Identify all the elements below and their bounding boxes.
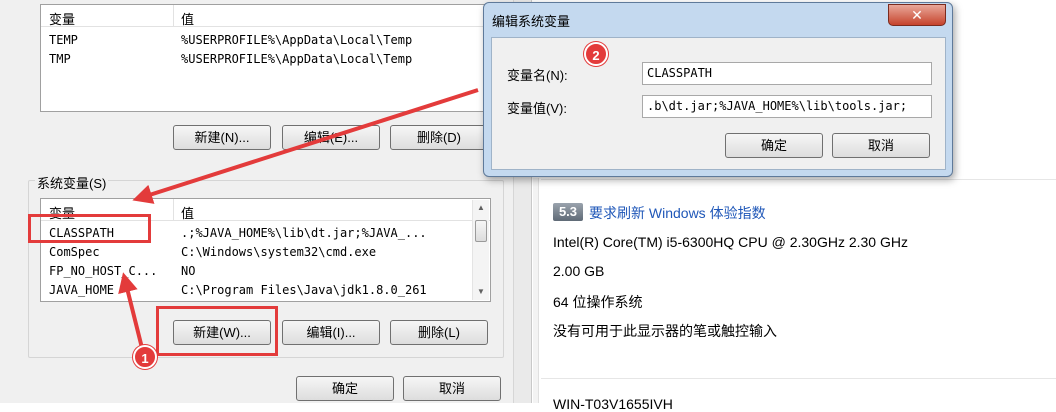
- user-delete-button[interactable]: 删除(D): [390, 125, 488, 150]
- var-name: TMP: [49, 52, 71, 66]
- table-row[interactable]: JAVA_HOME C:\Program Files\Java\jdk1.8.0…: [41, 281, 490, 300]
- scroll-down-arrow-icon[interactable]: ▼: [473, 284, 489, 300]
- variable-value-text: .b\dt.jar;%JAVA_HOME%\lib\tools.jar;: [647, 99, 908, 113]
- step-badge-2: 2: [584, 42, 608, 66]
- column-header-value[interactable]: 值: [181, 203, 194, 222]
- var-value: NO: [181, 264, 196, 278]
- column-header-value[interactable]: 值: [181, 9, 194, 28]
- dialog-title: 编辑系统变量: [492, 14, 571, 29]
- cancel-button[interactable]: 取消: [403, 376, 501, 401]
- var-value: .;%JAVA_HOME%\lib\dt.jar;%JAVA_...: [181, 226, 427, 240]
- edit-system-variable-dialog: 编辑系统变量 ✕ 变量名(N): CLASSPATH 变量值(V): .b\dt…: [483, 2, 953, 177]
- var-name: JAVA_HOME: [49, 283, 115, 297]
- ok-button[interactable]: 确定: [296, 376, 394, 401]
- user-new-button[interactable]: 新建(N)...: [173, 125, 271, 150]
- table-row[interactable]: ComSpec C:\Windows\system32\cmd.exe: [41, 243, 490, 262]
- table-row[interactable]: TEMP %USERPROFILE%\AppData\Local\Temp: [41, 31, 501, 50]
- list-scrollbar[interactable]: ▲ ▼: [472, 200, 489, 300]
- var-value: C:\Program Files\Java\jdk1.8.0_261: [181, 283, 427, 297]
- var-value: %USERPROFILE%\AppData\Local\Temp: [181, 52, 413, 66]
- system-type-text: 64 位操作系统: [553, 294, 643, 310]
- processor-text: Intel(R) Core(TM) i5-6300HQ CPU @ 2.30GH…: [553, 234, 908, 250]
- column-header-name[interactable]: 变量: [49, 9, 75, 28]
- system-delete-button[interactable]: 删除(L): [390, 320, 488, 345]
- var-value: %USERPROFILE%\AppData\Local\Temp: [181, 33, 413, 47]
- variable-name-label: 变量名(N):: [507, 68, 568, 83]
- computer-name-text: WIN-T03V1655IVH: [553, 396, 673, 412]
- dialog-ok-button[interactable]: 确定: [725, 133, 823, 158]
- user-variables-list[interactable]: 变量 值 TEMP %USERPROFILE%\AppData\Local\Te…: [40, 4, 502, 112]
- system-variables-label: 系统变量(S): [35, 173, 109, 192]
- var-name: FP_NO_HOST_C...: [49, 264, 158, 278]
- memory-text: 2.00 GB: [553, 263, 605, 279]
- wei-score-badge: 5.3: [553, 203, 583, 221]
- highlight-new-button: [156, 306, 278, 356]
- system-edit-button[interactable]: 编辑(I)...: [282, 320, 380, 345]
- close-icon[interactable]: ✕: [888, 4, 946, 26]
- highlight-classpath-row: [28, 214, 151, 243]
- scroll-up-arrow-icon[interactable]: ▲: [473, 200, 489, 216]
- variable-value-label: 变量值(V):: [507, 101, 567, 116]
- step-badge-1: 1: [133, 345, 157, 369]
- var-name: TEMP: [49, 33, 78, 47]
- var-value: C:\Windows\system32\cmd.exe: [181, 245, 377, 259]
- divider: [541, 378, 1056, 379]
- table-row[interactable]: FP_NO_HOST_C... NO: [41, 262, 490, 281]
- divider: [541, 179, 1056, 180]
- table-row[interactable]: TMP %USERPROFILE%\AppData\Local\Temp: [41, 50, 501, 69]
- variable-name-input[interactable]: CLASSPATH: [642, 62, 932, 85]
- wei-refresh-link[interactable]: 要求刷新 Windows 体验指数: [589, 203, 766, 223]
- panel-edge: [533, 178, 539, 403]
- dialog-cancel-button[interactable]: 取消: [832, 133, 930, 158]
- dialog-body: 变量名(N): CLASSPATH 变量值(V): .b\dt.jar;%JAV…: [491, 37, 946, 170]
- scroll-thumb[interactable]: [475, 220, 487, 242]
- user-edit-button[interactable]: 编辑(E)...: [282, 125, 380, 150]
- pen-touch-text: 没有可用于此显示器的笔或触控输入: [553, 323, 777, 339]
- list-header: 变量 值: [41, 5, 501, 27]
- var-name: ComSpec: [49, 245, 100, 259]
- variable-value-input[interactable]: .b\dt.jar;%JAVA_HOME%\lib\tools.jar;: [642, 95, 932, 118]
